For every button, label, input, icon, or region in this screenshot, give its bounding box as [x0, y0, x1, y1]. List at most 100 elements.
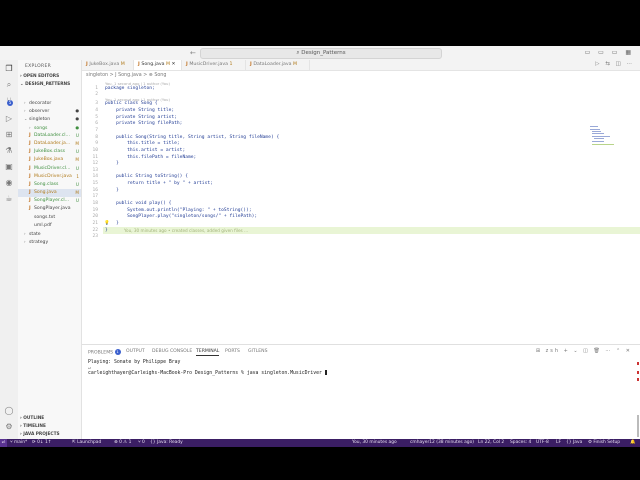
java-status[interactable]: {} Java: Ready — [150, 439, 183, 447]
account-icon[interactable]: ◯ — [4, 406, 14, 416]
tab-musicdriver[interactable]: J MusicDriver.java 1 — [182, 60, 246, 70]
tree-item[interactable]: J DataLoader.ja... M — [18, 140, 81, 148]
gitlens-icon[interactable]: ◉ — [4, 178, 14, 188]
cursor-position[interactable]: Ln 22, Col 2 — [478, 439, 504, 447]
tree-item[interactable]: J MusicDriver.java 1 — [18, 173, 81, 181]
tree-item[interactable]: J SongPlayer.java — [18, 205, 81, 213]
code-line[interactable]: this.artist = artist; — [105, 148, 185, 153]
tree-item[interactable]: J DataLoader.cl... U — [18, 132, 81, 140]
editor-actions[interactable]: ▷ ⇆ ◫ ⋯ — [595, 61, 634, 67]
tab-dataloader[interactable]: J DataLoader.java M — [246, 60, 310, 70]
finish-setup-status[interactable]: ⚙ Finish Setup — [588, 439, 620, 447]
code-line[interactable]: private String artist; — [105, 115, 177, 120]
tree-item[interactable]: J Song.java M — [18, 189, 81, 198]
tree-item[interactable]: › state — [18, 230, 81, 238]
tree-item[interactable]: songs.txt — [18, 214, 81, 222]
tab-debug-console[interactable]: DEBUG CONSOLE — [152, 349, 192, 354]
language-status[interactable]: {} Java — [566, 439, 582, 447]
code-line[interactable]: private String filePath; — [105, 121, 182, 126]
sync-status[interactable]: ⟳ 0↓ 1↑ — [32, 439, 51, 447]
code-line[interactable]: } — [105, 188, 119, 193]
line-number: 13 — [92, 167, 98, 173]
tree-item[interactable]: J Song.class U — [18, 181, 81, 189]
inline-blame[interactable]: You, 30 minutes ago • created classes, a… — [124, 228, 248, 233]
tab-ports[interactable]: PORTS — [225, 349, 240, 354]
problems-status[interactable]: ⊗ 0 ⚠ 1 — [114, 439, 131, 447]
line-number: 2 — [95, 91, 98, 97]
explorer-icon[interactable]: ❐ — [4, 64, 14, 74]
code-line[interactable]: public class Song { — [105, 101, 158, 106]
run-debug-icon[interactable]: ▷ — [4, 114, 14, 124]
indent-status[interactable]: Spaces: 4 — [510, 439, 531, 447]
command-center-search[interactable]: ⌕ Design_Patterns — [200, 48, 442, 59]
tab-terminal[interactable]: TERMINAL — [196, 349, 220, 356]
tree-item[interactable]: › strategy — [18, 238, 81, 246]
eol-status[interactable]: LF — [556, 439, 561, 447]
open-editors-section[interactable]: › OPEN EDITORS — [20, 74, 59, 79]
tab-jukebox[interactable]: J JukeBox.java M — [82, 60, 134, 70]
code-line[interactable]: } — [105, 228, 108, 233]
terminal-prompt[interactable]: carleighthayer@Carleighs-MacBook-Pro Des… — [88, 370, 328, 376]
code-editor[interactable]: You, 1 second ago | 1 author (You) 1 packa… — [82, 80, 640, 342]
remote-explorer-icon[interactable]: ▣ — [4, 162, 14, 172]
java-projects-section[interactable]: › JAVA PROJECTS — [20, 432, 60, 437]
line-number: 12 — [92, 161, 98, 167]
ports-status[interactable]: ⑂ 0 — [138, 439, 145, 447]
tree-item[interactable]: uml.pdf — [18, 222, 81, 230]
author-status[interactable]: cmhayer12 (38 minutes ago) — [410, 439, 474, 447]
tab-problems[interactable]: PROBLEMS 1 — [88, 349, 121, 356]
search-icon[interactable]: ⌕ — [4, 80, 14, 90]
tree-item[interactable]: › decorator — [18, 99, 81, 107]
tree-item[interactable]: J MusicDriver.cl... U — [18, 165, 81, 173]
tree-item-label: singleton — [29, 117, 51, 123]
java-icon[interactable]: ☕ — [4, 194, 14, 204]
code-line[interactable]: this.title = title; — [105, 141, 180, 146]
minimap[interactable] — [590, 126, 616, 146]
tab-output[interactable]: OUTPUT — [126, 349, 145, 354]
shell-name: zsh — [545, 348, 561, 354]
tab-gitlens[interactable]: GITLENS — [248, 349, 268, 354]
breadcrumb[interactable]: singleton > J Song.java > ⊕ Song — [86, 73, 166, 78]
back-arrow-icon[interactable]: ← — [190, 49, 196, 57]
code-line[interactable]: public String toString() { — [105, 174, 188, 179]
line-number: 5 — [95, 114, 98, 120]
launchpad-status[interactable]: ⇱ Launchpad — [72, 439, 101, 447]
panel-actions[interactable]: ⊞ zsh + ⌄ ◫ 🗑 ⋯ ⌃ ✕ — [536, 348, 632, 354]
terminal-scrollbar[interactable] — [637, 415, 639, 437]
code-line[interactable]: private String title; — [105, 108, 174, 113]
tree-item[interactable]: ⌄ singleton ● — [18, 115, 81, 123]
timeline-section[interactable]: › TIMELINE — [20, 424, 46, 429]
notifications-icon[interactable]: 🔔 — [630, 439, 635, 447]
gear-icon[interactable]: ⚙ — [4, 422, 14, 432]
tree-item-label: MusicDriver.java — [34, 173, 72, 179]
code-line[interactable]: public void play() { — [105, 201, 171, 206]
code-line[interactable]: System.out.println("Playing: " + toStrin… — [105, 208, 251, 213]
blame-status[interactable]: You, 30 minutes ago — [352, 439, 397, 447]
branch-status[interactable]: ⑂ main* — [10, 439, 27, 447]
code-line[interactable]: package singleton; — [105, 86, 155, 91]
tree-item[interactable]: J SongPlayer.cl... U — [18, 197, 81, 205]
tree-item[interactable]: J JukeBox.java M — [18, 156, 81, 164]
scrollbar-marker — [637, 371, 639, 374]
git-status-badge: ● — [75, 108, 79, 114]
code-line[interactable]: } — [105, 221, 119, 226]
tree-item[interactable]: J JukeBox.class U — [18, 148, 81, 156]
remote-icon[interactable]: ⇌ — [0, 439, 7, 447]
testing-icon[interactable]: ⚗ — [4, 146, 14, 156]
project-section[interactable]: ⌄ DESIGN_PATTERNS — [20, 82, 70, 87]
encoding-status[interactable]: UTF-8 — [536, 439, 549, 447]
code-line[interactable]: public Song(String title, String artist,… — [105, 135, 279, 140]
layout-controls[interactable]: ▭ ▭ ▭ ▦ — [585, 49, 634, 56]
extensions-icon[interactable]: ⊞ — [4, 130, 14, 140]
line-number: 20 — [92, 214, 98, 220]
line-number: 22 — [92, 227, 98, 233]
tree-item[interactable]: › songs ● — [18, 124, 81, 132]
outline-section[interactable]: › OUTLINE — [20, 416, 44, 421]
tab-song[interactable]: J Song.java M ✕ — [134, 60, 182, 70]
git-status-badge: M — [75, 140, 79, 146]
code-line[interactable]: this.filePath = fileName; — [105, 155, 196, 160]
tree-item[interactable]: › observer ● — [18, 107, 81, 115]
code-line[interactable]: return title + " by " + artist; — [105, 181, 213, 186]
code-line[interactable]: SongPlayer.play("singleton/songs/" + fil… — [105, 214, 257, 219]
code-line[interactable]: } — [105, 161, 119, 166]
